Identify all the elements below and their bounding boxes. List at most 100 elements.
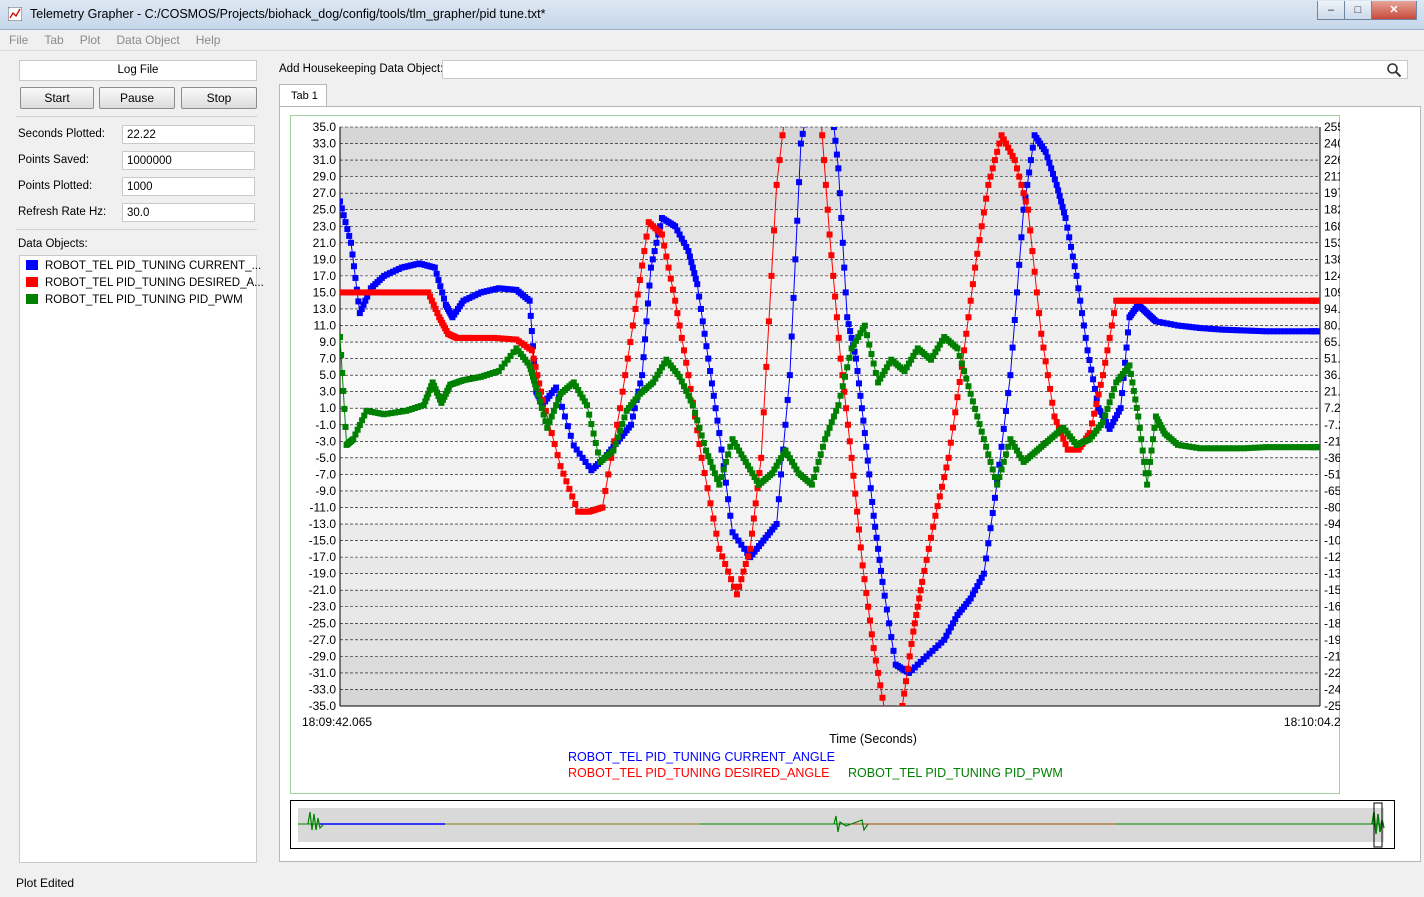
data-point [890, 647, 897, 654]
left-tick-label: 11.0 [314, 319, 337, 333]
right-tick-label: 255.0 [1324, 120, 1340, 134]
menu-help[interactable]: Help [187, 30, 228, 47]
maximize-button[interactable]: □ [1344, 1, 1372, 20]
data-point [637, 380, 644, 387]
data-point [875, 545, 882, 552]
data-point [599, 504, 606, 511]
data-point [868, 351, 875, 358]
data-object-item[interactable]: ROBOT_TEL PID_TUNING PID_PWM [26, 294, 243, 310]
data-point [1119, 390, 1126, 397]
minimize-button[interactable]: – [1317, 1, 1345, 20]
right-tick-label: 226 [1324, 153, 1340, 167]
start-button[interactable]: Start [20, 87, 94, 109]
data-point [1049, 399, 1056, 406]
data-object-item[interactable]: ROBOT_TEL PID_TUNING DESIRED_A... [26, 277, 264, 293]
points-saved-field[interactable]: 1000000 [122, 151, 255, 170]
data-point [716, 481, 723, 488]
right-tick-label: 168 [1324, 219, 1340, 233]
close-button[interactable]: ✕ [1371, 1, 1417, 20]
data-point [844, 364, 851, 371]
right-tick-label: -21.9 [1324, 434, 1340, 448]
data-point [696, 293, 703, 300]
data-point [728, 576, 735, 583]
data-point [923, 556, 930, 563]
data-point [1029, 144, 1036, 151]
data-point [855, 526, 862, 533]
data-point [811, 474, 818, 481]
data-point [765, 318, 772, 325]
data-point [649, 256, 656, 263]
data-point [1044, 154, 1051, 161]
data-point [1104, 405, 1111, 412]
menu-tab[interactable]: Tab [35, 30, 70, 47]
data-point [433, 270, 440, 277]
data-point [779, 132, 786, 139]
data-point [1144, 481, 1151, 488]
search-icon[interactable] [1386, 62, 1402, 78]
tab-1[interactable]: Tab 1 [279, 84, 327, 106]
data-point [956, 379, 963, 386]
data-point [943, 464, 950, 471]
data-point [1020, 190, 1027, 197]
data-point [994, 481, 1001, 488]
data-point [610, 447, 617, 454]
data-point [1051, 176, 1058, 183]
menu-data-object[interactable]: Data Object [107, 30, 186, 47]
data-point [972, 405, 979, 412]
right-tick-label: 109 [1324, 285, 1340, 299]
pause-button[interactable]: Pause [99, 87, 175, 109]
data-point [987, 458, 994, 465]
menu-plot[interactable]: Plot [71, 30, 108, 47]
log-file-button[interactable]: Log File [19, 60, 257, 81]
data-point [1055, 187, 1062, 194]
data-point [961, 347, 968, 354]
data-point [709, 464, 716, 471]
data-point [730, 583, 737, 590]
data-point [832, 293, 839, 300]
data-point [555, 396, 562, 403]
housekeeping-input[interactable] [442, 60, 1408, 79]
data-point [1022, 198, 1029, 205]
data-point [778, 471, 785, 478]
data-point [987, 173, 994, 180]
data-point [826, 424, 833, 431]
refresh-rate-field[interactable]: 30.0 [122, 203, 255, 222]
data-point [535, 391, 542, 398]
data-point [614, 421, 621, 428]
data-point [651, 248, 658, 255]
data-objects-list[interactable]: ROBOT_TEL PID_TUNING CURRENT_... ROBOT_T… [19, 255, 264, 863]
right-tick-label: -240 [1324, 682, 1340, 696]
data-point [864, 457, 871, 464]
seconds-plotted-field[interactable]: 22.22 [122, 125, 255, 144]
overview-strip[interactable] [290, 800, 1396, 850]
data-point [1075, 285, 1082, 292]
data-point [904, 665, 911, 672]
data-point [722, 458, 729, 465]
data-point [886, 620, 893, 627]
menu-file[interactable]: File [0, 30, 35, 47]
data-point [954, 394, 961, 401]
stop-button[interactable]: Stop [181, 87, 257, 109]
data-point [903, 678, 910, 685]
telemetry-plot[interactable]: 35.0 255.0 33.0 240 31.0 226 29.0 211 27.0 197 25.… [290, 115, 1340, 795]
grid-band [340, 176, 1320, 194]
data-point [930, 523, 937, 530]
data-point [1051, 413, 1058, 420]
data-point [860, 417, 867, 424]
data-point [790, 294, 797, 301]
data-point [736, 583, 743, 590]
data-point [768, 272, 775, 279]
points-plotted-field[interactable]: 1000 [122, 177, 255, 196]
data-point [927, 534, 934, 541]
data-point [906, 653, 913, 660]
data-point [1124, 329, 1131, 336]
grid-band [340, 127, 1320, 144]
data-point [864, 332, 871, 339]
data-point [441, 295, 448, 302]
left-tick-label: -23.0 [309, 600, 337, 614]
data-point [725, 496, 732, 503]
data-object-item[interactable]: ROBOT_TEL PID_TUNING CURRENT_... [26, 260, 261, 276]
right-tick-label: 197 [1324, 186, 1340, 200]
data-point [876, 556, 883, 563]
data-point [958, 360, 965, 367]
